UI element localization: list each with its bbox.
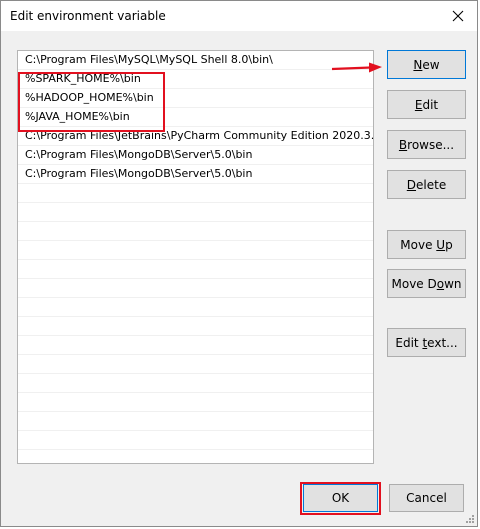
empty-list-row[interactable] — [18, 222, 373, 241]
empty-list-row[interactable] — [18, 431, 373, 450]
move-down-button-label: Move Down — [391, 276, 462, 291]
browse-button[interactable]: Browse... — [387, 130, 466, 159]
empty-list-row[interactable] — [18, 355, 373, 374]
title-bar[interactable]: Edit environment variable — [1, 1, 477, 31]
edit-text-button-label: Edit text... — [395, 335, 458, 350]
list-item[interactable]: C:\Program Files\JetBrains\PyCharm Commu… — [18, 127, 373, 146]
browse-button-label: Browse... — [398, 137, 455, 152]
window-title: Edit environment variable — [10, 9, 166, 23]
list-item[interactable]: C:\Program Files\MongoDB\Server\5.0\bin — [18, 146, 373, 165]
new-button-label: New — [413, 57, 440, 72]
ok-button-label: OK — [331, 491, 350, 505]
close-button[interactable] — [439, 1, 477, 31]
empty-list-row[interactable] — [18, 450, 373, 463]
move-up-button[interactable]: Move Up — [387, 230, 466, 259]
empty-list-row[interactable] — [18, 298, 373, 317]
delete-button[interactable]: Delete — [387, 170, 466, 199]
empty-list-row[interactable] — [18, 241, 373, 260]
move-up-button-label: Move Up — [400, 237, 453, 252]
list-item[interactable]: C:\Program Files\MySQL\MySQL Shell 8.0\b… — [18, 51, 373, 70]
close-icon — [452, 10, 464, 22]
edit-button-label: Edit — [414, 97, 439, 112]
empty-list-row[interactable] — [18, 260, 373, 279]
move-down-button[interactable]: Move Down — [387, 269, 466, 298]
empty-list-row[interactable] — [18, 412, 373, 431]
list-item[interactable]: %SPARK_HOME%\bin — [18, 70, 373, 89]
empty-list-row[interactable] — [18, 279, 373, 298]
list-item[interactable]: C:\Program Files\MongoDB\Server\5.0\bin — [18, 165, 373, 184]
empty-list-row[interactable] — [18, 393, 373, 412]
resize-grip-icon[interactable] — [465, 514, 475, 524]
empty-list-row[interactable] — [18, 317, 373, 336]
path-list[interactable]: C:\Program Files\MySQL\MySQL Shell 8.0\b… — [17, 50, 374, 464]
cancel-button[interactable]: Cancel — [389, 484, 464, 512]
edit-button[interactable]: Edit — [387, 90, 466, 119]
empty-list-row[interactable] — [18, 184, 373, 203]
edit-environment-variable-dialog: Edit environment variable C:\Program Fil… — [0, 0, 478, 527]
cancel-button-label: Cancel — [406, 491, 447, 505]
empty-list-row[interactable] — [18, 336, 373, 355]
edit-text-button[interactable]: Edit text... — [387, 328, 466, 357]
ok-button[interactable]: OK — [303, 484, 378, 512]
new-button[interactable]: New — [387, 50, 466, 79]
empty-list-row[interactable] — [18, 203, 373, 222]
list-item[interactable]: %JAVA_HOME%\bin — [18, 108, 373, 127]
delete-button-label: Delete — [406, 177, 447, 192]
empty-list-row[interactable] — [18, 374, 373, 393]
list-item[interactable]: %HADOOP_HOME%\bin — [18, 89, 373, 108]
